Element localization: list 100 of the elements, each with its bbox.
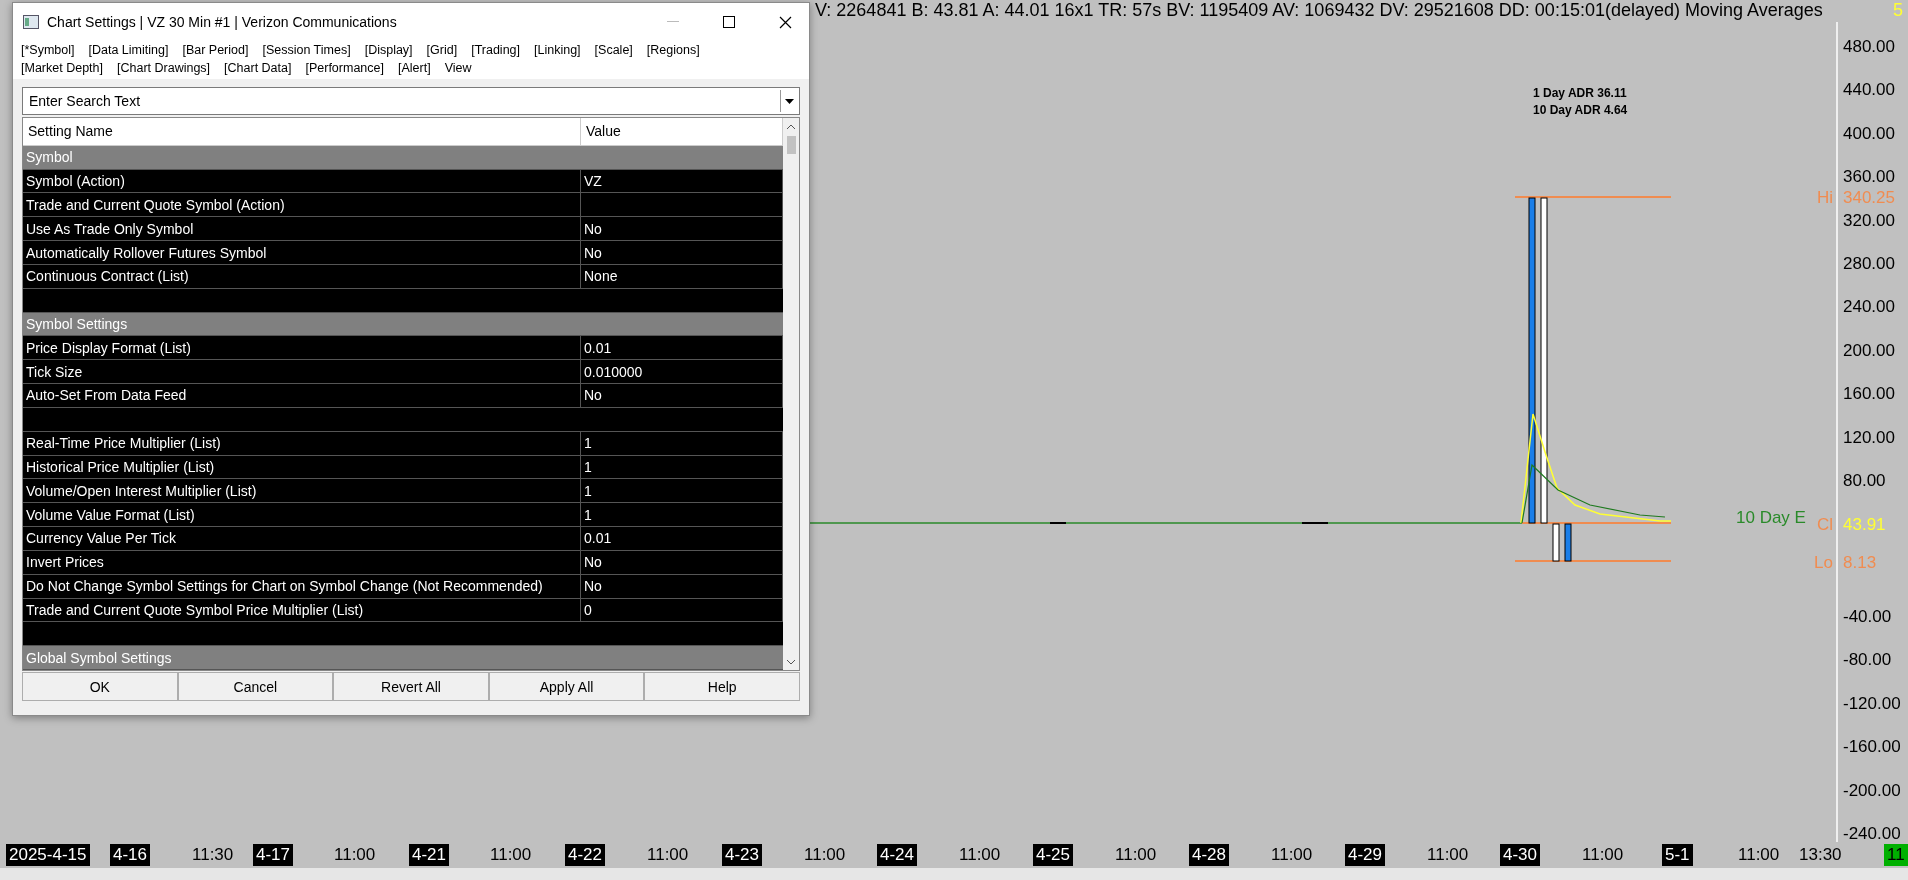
setting-name: Auto-Set From Data Feed [23,384,581,407]
column-header: Setting Name [23,118,581,146]
setting-name: Continuous Contract (List) [23,264,581,288]
price-label: -200.00 [1843,780,1901,800]
dialog-button[interactable]: OK [22,672,178,701]
setting-name: Real-Time Price Multiplier (List) [23,431,581,455]
section-header[interactable]: Global Symbol Settings [23,646,783,670]
scroll-up-icon[interactable] [787,123,795,129]
candle-bar [1552,523,1560,562]
time-label: 11:00 [489,844,533,866]
date-label: 11 [1884,844,1908,866]
section-header[interactable]: Symbol [23,145,783,170]
menu-item[interactable]: [Chart Drawings] [117,61,211,75]
setting-name: Symbol (Action) [23,169,581,193]
dialog-button[interactable]: Help [644,672,800,701]
date-label: 4-21 [409,844,450,866]
horizontal-scrollbar[interactable] [0,868,1908,880]
setting-name: Automatically Rollover Futures Symbol [23,241,581,264]
date-label: 4-25 [1033,844,1074,866]
setting-name: Tick Size [23,360,581,384]
dialog-button[interactable]: Apply All [488,672,645,701]
time-label: 11:00 [1270,844,1314,866]
time-label: 11:30 [191,844,235,866]
menu-item[interactable]: [Alert] [398,61,431,75]
setting-name: Currency Value Per Tick [23,527,581,550]
time-label: 11:00 [333,844,377,866]
price-label: 120.00 [1843,427,1895,447]
candle-bar [1564,523,1572,562]
time-label: 11:00 [646,844,690,866]
price-label: -40.00 [1843,607,1892,626]
app-icon [23,15,39,29]
price-label: -240.00 [1843,824,1901,842]
price-label: 160.00 [1843,384,1895,404]
price-label: 400.00 [1843,123,1895,143]
marker-label: Lo [1814,553,1833,572]
date-label: 4-29 [1345,844,1386,866]
price-label: 240.00 [1843,297,1895,317]
price-label: -160.00 [1843,737,1901,757]
search-field[interactable]: Enter Search Text [23,93,780,109]
menu-item[interactable]: [Grid] [426,43,458,57]
marker-value: 8.13 [1843,553,1877,572]
menu-item[interactable]: [Regions] [646,43,700,57]
menu-item[interactable]: [Trading] [471,43,521,57]
tick-mark [1302,522,1328,524]
adr-label: 10 Day ADR 4.64 [1533,103,1628,117]
tick-mark [1050,522,1066,524]
setting-name: Trade and Current Quote Symbol Price Multiplier (List) [23,598,581,622]
search-combo-box[interactable]: Enter Search Text [22,87,800,115]
price-label: 80.00 [1843,471,1886,490]
dropdown-icon[interactable] [784,98,794,104]
menu-item[interactable]: [Chart Data] [224,61,292,75]
price-label: 320.00 [1843,210,1895,230]
study-label: 10 Day E [1736,508,1806,527]
price-label: -120.00 [1843,693,1901,713]
scrollbar[interactable] [783,118,799,670]
window-title: Chart Settings | VZ 30 Min #1 | Verizon Communications [47,14,398,30]
menu-item[interactable]: [*Symbol] [21,43,75,57]
marker-value: 340.25 [1843,188,1895,207]
menu-item[interactable]: View [444,61,472,75]
menu-item[interactable]: [Performance] [305,61,384,75]
time-label: 11:00 [958,844,1002,866]
setting-name: Volume/Open Interest Multiplier (List) [23,479,581,503]
price-label: 360.00 [1843,167,1895,187]
time-label: 11:00 [1426,844,1470,866]
dialog-button[interactable]: Cancel [177,672,334,701]
menu-item[interactable]: [Market Depth] [21,61,103,75]
study-count: 5 [1893,0,1903,20]
chart-header: V: 2264841 B: 43.81 A: 44.01 16x1 TR: 57s BV: 1195409 AV: 1069432 DV: 29521608 DD: 00:15:01(delayed) Moving Averages [815,0,1823,20]
date-label: 2025-4-15 [6,844,90,866]
menu-item[interactable]: [Scale] [594,43,633,57]
maximize-icon [723,16,735,28]
price-label: 440.00 [1843,80,1895,100]
date-label: 4-22 [565,844,606,866]
scroll-down-icon[interactable] [787,659,795,665]
date-label: 4-30 [1500,844,1541,866]
price-label: 480.00 [1843,37,1895,56]
setting-name: Trade and Current Quote Symbol (Action) [23,193,581,217]
date-label: 4-24 [877,844,918,866]
marker-label: Cl [1816,515,1833,534]
date-label: 4-28 [1189,844,1230,866]
setting-name: Volume Value Format (List) [23,503,581,527]
menu-item[interactable]: [Session Times] [262,43,351,57]
date-label: 5-1 [1662,844,1693,866]
time-label: 11:00 [1737,844,1781,866]
date-label: 4-16 [110,844,151,866]
menu-item[interactable]: [Display] [364,43,413,57]
setting-name: Use As Trade Only Symbol [23,217,581,241]
menu-item[interactable]: [Data Limiting] [88,43,169,57]
dialog-button[interactable]: Revert All [333,672,489,701]
price-label: 280.00 [1843,254,1895,273]
menu-item[interactable]: [Linking] [534,43,581,57]
section-header[interactable]: Symbol Settings [23,312,783,337]
marker-label: Hi [1816,188,1833,207]
price-label: -80.00 [1843,650,1892,670]
menu-item[interactable]: [Bar Period] [182,43,249,57]
setting-name: Do Not Change Symbol Settings for Chart on Symbol Change (Not Recommended) [23,574,581,598]
scroll-thumb[interactable] [786,136,796,154]
close-icon [778,15,792,29]
time-label: 11:00 [1114,844,1158,866]
setting-name: Invert Prices [23,550,581,574]
